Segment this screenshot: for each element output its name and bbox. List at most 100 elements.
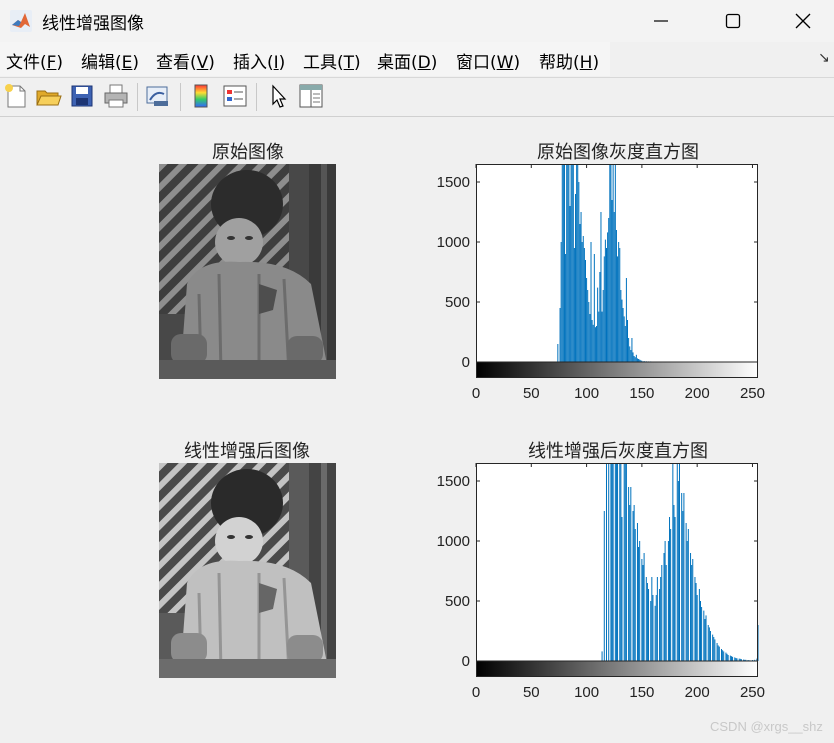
grayscale-colorbar xyxy=(476,362,758,378)
xtick-label: 250 xyxy=(740,385,765,402)
hist-bar xyxy=(590,242,592,362)
hist-bar xyxy=(586,278,588,362)
hist-bar xyxy=(580,212,582,362)
ytick-label: 1000 xyxy=(437,234,470,251)
hist-bar xyxy=(629,505,631,661)
hist-bar xyxy=(627,320,629,362)
hist-bar xyxy=(630,487,632,661)
hist-bar xyxy=(589,314,591,362)
menu-view[interactable]: 查看(V) xyxy=(156,48,215,73)
hist-bar xyxy=(625,278,627,362)
hist-bar xyxy=(565,254,567,362)
hist-bar xyxy=(714,639,716,661)
menu-help[interactable]: 帮助(H) xyxy=(539,48,599,73)
hist-bar xyxy=(605,463,607,661)
menu-desktop[interactable]: 桌面(D) xyxy=(377,48,437,73)
save-icon[interactable] xyxy=(68,82,96,110)
plot-area xyxy=(476,463,758,661)
hist-bar xyxy=(723,651,725,661)
hist-bar xyxy=(676,463,678,661)
hist-original-chart: 0 500 1000 1500 0 50 100 150 200 250 xyxy=(437,164,765,402)
hist-bar xyxy=(584,260,586,362)
hist-bar xyxy=(646,583,648,661)
xtick-label: 50 xyxy=(523,385,540,402)
plot-area xyxy=(476,164,758,362)
grayscale-colorbar xyxy=(476,661,758,677)
hist-bar xyxy=(603,256,605,362)
hist-bar xyxy=(704,619,706,661)
hist-bar xyxy=(663,553,665,661)
legend-icon[interactable] xyxy=(221,82,249,110)
property-inspector-icon[interactable] xyxy=(297,82,325,110)
xtick-label: 150 xyxy=(629,385,654,402)
menu-insert[interactable]: 插入(I) xyxy=(233,48,285,73)
menu-file[interactable]: 文件(F) xyxy=(6,48,63,73)
close-button[interactable] xyxy=(772,0,834,42)
hist-bar xyxy=(718,646,720,661)
hist-bar xyxy=(608,463,610,661)
hist-bar xyxy=(650,601,652,661)
hist-bar xyxy=(561,164,563,362)
hist-bar xyxy=(670,529,672,661)
hist-bar xyxy=(581,242,583,362)
minimize-icon xyxy=(654,20,668,22)
hist-bar xyxy=(629,346,631,362)
xtick-label: 150 xyxy=(629,684,654,701)
hist-bar xyxy=(582,236,584,362)
menu-edit[interactable]: 编辑(E) xyxy=(81,48,139,73)
hist-bar xyxy=(717,645,719,661)
hist-bar xyxy=(611,200,613,362)
hist-bar xyxy=(572,164,574,362)
colorbar-icon[interactable] xyxy=(187,82,215,110)
hist-bar xyxy=(695,583,697,661)
pointer-icon[interactable] xyxy=(264,82,292,110)
hist-bar xyxy=(639,541,641,661)
hist-bar xyxy=(617,463,619,661)
hist-bar xyxy=(667,541,669,661)
hist-bar xyxy=(573,248,575,362)
hist-bar xyxy=(583,248,585,362)
hist-bar xyxy=(656,577,658,661)
hist-bar xyxy=(619,463,621,661)
hist-bar xyxy=(624,326,626,362)
hist-bar xyxy=(677,481,679,661)
hist-bar xyxy=(596,326,598,362)
xtick-label: 100 xyxy=(574,385,599,402)
hist-bar xyxy=(587,290,589,362)
open-folder-icon[interactable] xyxy=(34,82,62,110)
dock-arrow-icon[interactable]: ↘ xyxy=(818,50,830,66)
hist-bar xyxy=(562,164,564,362)
xtick-label: 0 xyxy=(472,385,480,402)
minimize-button[interactable] xyxy=(630,0,692,42)
hist-bar xyxy=(594,327,596,362)
hist-bar xyxy=(563,164,565,362)
hist-bar xyxy=(687,529,689,661)
hist-bar xyxy=(620,290,622,362)
hist-bar xyxy=(610,164,612,362)
menu-window[interactable]: 窗口(W) xyxy=(456,48,520,73)
new-figure-icon[interactable] xyxy=(2,82,30,110)
hist-bar xyxy=(699,601,701,661)
hist-bar xyxy=(686,541,688,661)
menu-tools[interactable]: 工具(T) xyxy=(303,48,361,73)
hist-bar xyxy=(621,517,623,661)
hist-bar xyxy=(734,657,736,661)
hist-bar xyxy=(632,352,634,362)
hist-bar xyxy=(578,182,580,362)
hist-bar xyxy=(617,256,619,362)
hist-bar xyxy=(576,164,578,362)
hist-bar xyxy=(721,649,723,661)
hist-bar xyxy=(599,272,601,362)
hist-bar xyxy=(673,505,675,661)
hist-bar xyxy=(664,541,666,661)
hist-bar xyxy=(708,627,710,661)
hist-bar xyxy=(591,320,593,362)
link-plot-icon[interactable] xyxy=(144,82,172,110)
ytick-label: 1500 xyxy=(437,473,470,490)
maximize-button[interactable] xyxy=(702,0,764,42)
hist-bar xyxy=(727,655,729,661)
hist-bar xyxy=(575,194,577,362)
print-icon[interactable] xyxy=(102,82,130,110)
hist-bar xyxy=(732,656,734,661)
hist-bar xyxy=(678,463,680,661)
